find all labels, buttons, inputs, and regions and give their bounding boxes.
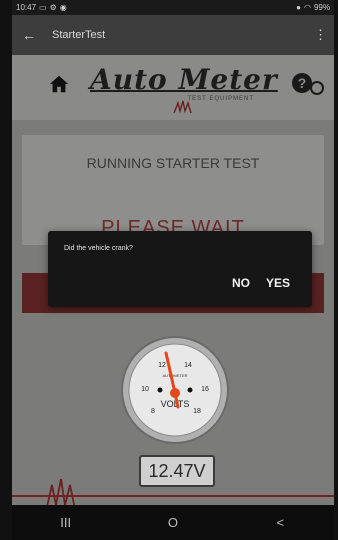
gauge-tick-12: 12 xyxy=(158,362,166,369)
running-test-label: RUNNING STARTER TEST xyxy=(86,155,260,171)
home-button[interactable]: O xyxy=(143,515,203,530)
gauge-units: VOLTS xyxy=(161,399,190,409)
battery-level: 99% xyxy=(313,3,330,12)
no-button[interactable]: NO xyxy=(232,276,250,290)
auto-meter-logo: Auto Meter TEST EQUIPMENT xyxy=(90,63,278,115)
app-screen: 10:47 ▭ ⚙ ◉ ● ◠ 99% ← StarterTest ⋮ Auto… xyxy=(12,0,334,540)
gauge-tick-8: 8 xyxy=(151,408,155,415)
yes-button[interactable]: YES xyxy=(266,276,290,290)
arrow-left-icon[interactable]: ← xyxy=(22,27,44,43)
sync-icon: ◉ xyxy=(59,3,67,12)
brand-header: Auto Meter TEST EQUIPMENT ? xyxy=(12,55,334,120)
voltage-readout: 12.47V xyxy=(139,455,215,487)
logo-text: Auto Meter xyxy=(90,63,278,96)
gauge-tick-10: 10 xyxy=(141,386,149,393)
test-status-card: RUNNING STARTER TEST PLEASE WAIT xyxy=(22,135,324,245)
gauge-tick-14: 14 xyxy=(184,362,192,369)
swirl-icon xyxy=(173,100,192,114)
help-icon[interactable]: ? xyxy=(290,71,324,97)
gauge-tick-16: 16 xyxy=(201,386,209,393)
dialog-message: Did the vehicle crank? xyxy=(64,245,133,252)
notification-icon: ▭ xyxy=(39,3,47,12)
location-icon: ● xyxy=(296,3,301,12)
gauge-tick-18: 18 xyxy=(193,408,201,415)
gauge-brand: AUTOMETER xyxy=(162,373,187,378)
crank-dialog: Did the vehicle crank? NO YES xyxy=(48,231,312,307)
svg-text:?: ? xyxy=(298,75,307,91)
recents-button[interactable]: III xyxy=(36,515,96,530)
logo-subtext: TEST EQUIPMENT xyxy=(187,96,254,102)
app-bar: ← StarterTest ⋮ xyxy=(12,15,334,55)
home-icon[interactable] xyxy=(48,73,70,95)
app-title: StarterTest xyxy=(52,29,106,41)
settings-status-icon: ⚙ xyxy=(49,3,57,12)
volt-gauge: 8 10 12 14 16 18 AUTOMETER VOLTS xyxy=(121,336,229,444)
status-time: 10:47 xyxy=(16,3,37,12)
more-vert-icon[interactable]: ⋮ xyxy=(314,27,327,43)
system-nav-bar: III O < xyxy=(12,505,334,540)
main-content: Auto Meter TEST EQUIPMENT ? RUNNING STAR… xyxy=(12,55,334,512)
status-bar: 10:47 ▭ ⚙ ◉ ● ◠ 99% xyxy=(12,0,334,15)
wifi-icon: ◠ xyxy=(304,3,311,12)
back-button[interactable]: < xyxy=(250,515,310,530)
